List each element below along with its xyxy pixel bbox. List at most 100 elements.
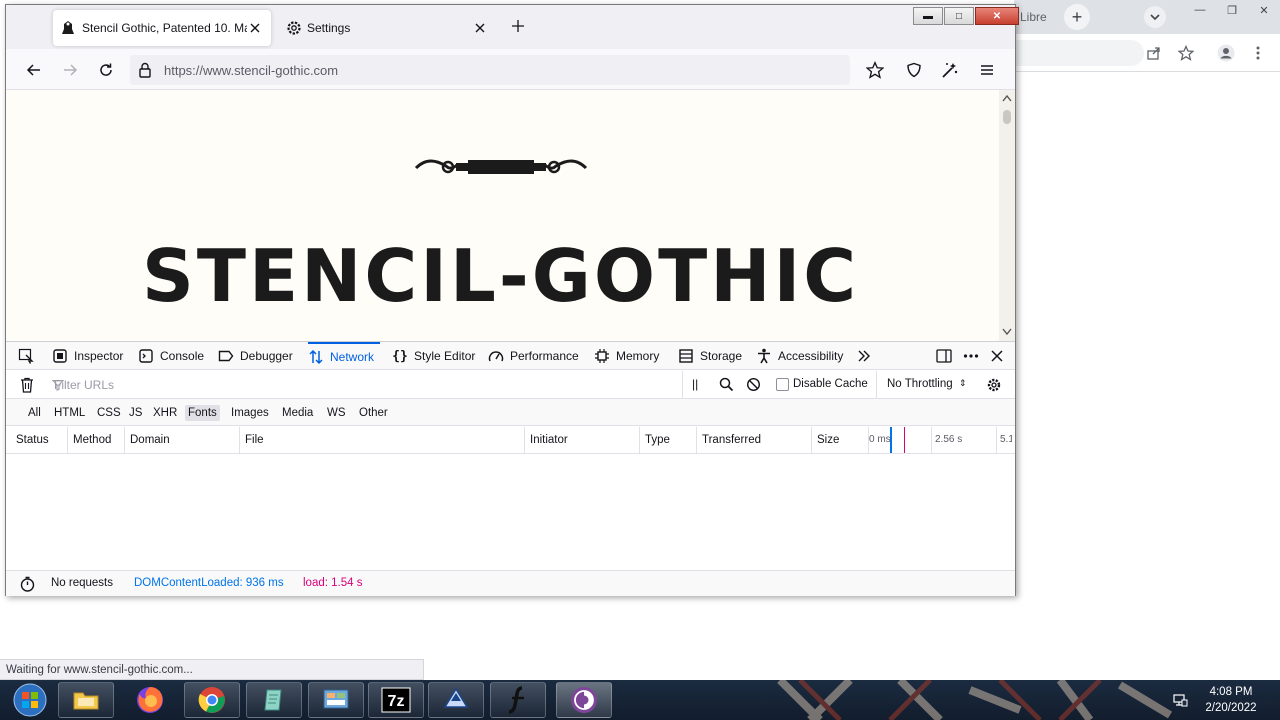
debugger-icon [218, 348, 234, 364]
divider [876, 371, 877, 399]
chrome-menu-icon[interactable] [1248, 43, 1268, 63]
minimize-button[interactable]: ▬ [913, 7, 943, 25]
network-settings-gear-icon[interactable] [986, 377, 1002, 393]
forward-button[interactable] [59, 59, 81, 81]
hamburger-menu-icon[interactable] [976, 59, 998, 81]
type-js-button[interactable]: JS [126, 405, 145, 421]
taskbar-fontforge[interactable] [490, 682, 546, 718]
type-xhr-button[interactable]: XHR [150, 405, 180, 421]
tab-settings[interactable]: Settings [278, 10, 496, 46]
column-file[interactable]: File [240, 427, 525, 453]
tor-browser-icon [571, 687, 597, 713]
taskbar-file-explorer[interactable] [58, 682, 114, 718]
tab-storage[interactable]: Storage [678, 342, 742, 370]
throttling-select[interactable]: No Throttling [887, 378, 953, 390]
network-tray-icon[interactable] [1172, 692, 1188, 708]
chrome-new-tab-button[interactable]: + [1064, 4, 1090, 30]
double-chevron-right-icon [856, 348, 872, 364]
tab-label: Network [330, 350, 375, 364]
profile-icon[interactable] [1216, 43, 1236, 63]
reload-button[interactable] [95, 59, 117, 81]
column-status[interactable]: Status [11, 427, 68, 453]
chevron-down-icon [1150, 14, 1160, 21]
tab-memory[interactable]: Memory [594, 342, 659, 370]
disable-cache-checkbox[interactable] [776, 378, 789, 391]
tab-inspector[interactable]: Inspector [52, 342, 123, 370]
column-type[interactable]: Type [640, 427, 697, 453]
taskbar-inkscape[interactable] [428, 682, 484, 718]
tab-stencil-gothic[interactable]: Stencil Gothic, Patented 10. Mar [53, 10, 271, 46]
bookmark-star-icon[interactable] [1176, 43, 1196, 63]
tab-accessibility[interactable]: Accessibility [756, 342, 843, 370]
page-scrollbar[interactable] [999, 90, 1015, 341]
url-bar[interactable]: https://www.stencil-gothic.com [130, 55, 850, 85]
arrow-left-icon [26, 64, 40, 76]
chrome-omnibox[interactable] [1014, 40, 1144, 66]
chrome-tab-title[interactable]: Libre [1020, 10, 1047, 24]
type-css-button[interactable]: CSS [94, 405, 124, 421]
tab-style-editor[interactable]: {} Style Editor [392, 342, 475, 370]
clear-log-button[interactable] [20, 377, 34, 393]
tab-network[interactable]: Network [308, 342, 381, 370]
dock-side-button[interactable] [936, 342, 952, 370]
url-text: https://www.stencil-gothic.com [164, 63, 339, 78]
column-initiator[interactable]: Initiator [525, 427, 640, 453]
new-tab-button[interactable] [510, 18, 526, 34]
close-tab-icon[interactable] [247, 20, 263, 36]
tab-label: Storage [700, 349, 743, 363]
devtools-toolbar: Inspector Console Debugger Network {} St… [6, 342, 1015, 370]
share-icon[interactable] [1144, 43, 1164, 63]
bookmark-star-icon[interactable] [864, 59, 886, 81]
back-button[interactable] [23, 59, 45, 81]
type-html-button[interactable]: HTML [51, 405, 88, 421]
type-other-button[interactable]: Other [356, 405, 391, 421]
maximize-button[interactable]: □ [944, 7, 974, 25]
taskbar-control-panel[interactable] [308, 682, 364, 718]
inspector-icon [52, 348, 68, 364]
scroll-thumb[interactable] [1003, 110, 1011, 124]
navigation-toolbar: https://www.stencil-gothic.com [6, 49, 1015, 90]
chrome-tab-search-button[interactable] [1144, 6, 1166, 28]
tracking-protection-shield-icon[interactable] [903, 59, 925, 81]
type-all-button[interactable]: All [25, 405, 44, 421]
column-method[interactable]: Method [68, 427, 125, 453]
chrome-restore-button[interactable]: ❐ [1216, 0, 1248, 20]
column-transferred[interactable]: Transferred [697, 427, 812, 453]
type-images-button[interactable]: Images [228, 405, 272, 421]
taskbar-chrome[interactable] [184, 682, 240, 718]
chrome-minimize-button[interactable]: — [1184, 0, 1216, 20]
chrome-close-button[interactable]: ✕ [1248, 0, 1280, 20]
tab-performance[interactable]: Performance [488, 342, 579, 370]
gear-icon [286, 20, 302, 36]
tab-console[interactable]: Console [138, 342, 204, 370]
taskbar-firefox[interactable] [122, 682, 178, 718]
windows-start-orb-icon [13, 683, 47, 717]
taskbar-tor-browser[interactable] [556, 682, 612, 718]
devtools-options-button[interactable] [963, 342, 979, 370]
timeline-tick: 5.1 [1000, 434, 1012, 445]
column-domain[interactable]: Domain [125, 427, 240, 453]
element-picker-button[interactable] [18, 342, 34, 370]
search-icon[interactable] [719, 377, 734, 392]
updown-chevron-icon: ⇕ [959, 378, 967, 388]
column-size[interactable]: Size [812, 427, 869, 453]
type-fonts-button[interactable]: Fonts [185, 405, 220, 421]
start-button[interactable] [2, 682, 58, 718]
filter-urls-input[interactable] [46, 376, 676, 394]
more-tools-button[interactable] [856, 342, 872, 370]
type-ws-button[interactable]: WS [324, 405, 349, 421]
close-tab-icon[interactable] [472, 20, 488, 36]
system-clock[interactable]: 4:08 PM 2/20/2022 [1196, 684, 1266, 716]
taskbar-7zip[interactable]: 7z [368, 682, 424, 718]
block-requests-icon[interactable] [746, 377, 761, 392]
taskbar-notepad[interactable] [246, 682, 302, 718]
tab-debugger[interactable]: Debugger [218, 342, 293, 370]
pause-recording-button[interactable]: || [692, 377, 698, 391]
type-media-button[interactable]: Media [279, 405, 316, 421]
close-devtools-button[interactable] [989, 342, 1005, 370]
7zip-icon: 7z [381, 687, 411, 713]
extensions-magic-icon[interactable] [939, 59, 961, 81]
window-close-button[interactable]: ✕ [975, 7, 1019, 25]
lock-icon[interactable] [138, 62, 152, 78]
tab-title: Stencil Gothic, Patented 10. Mar [82, 21, 247, 35]
